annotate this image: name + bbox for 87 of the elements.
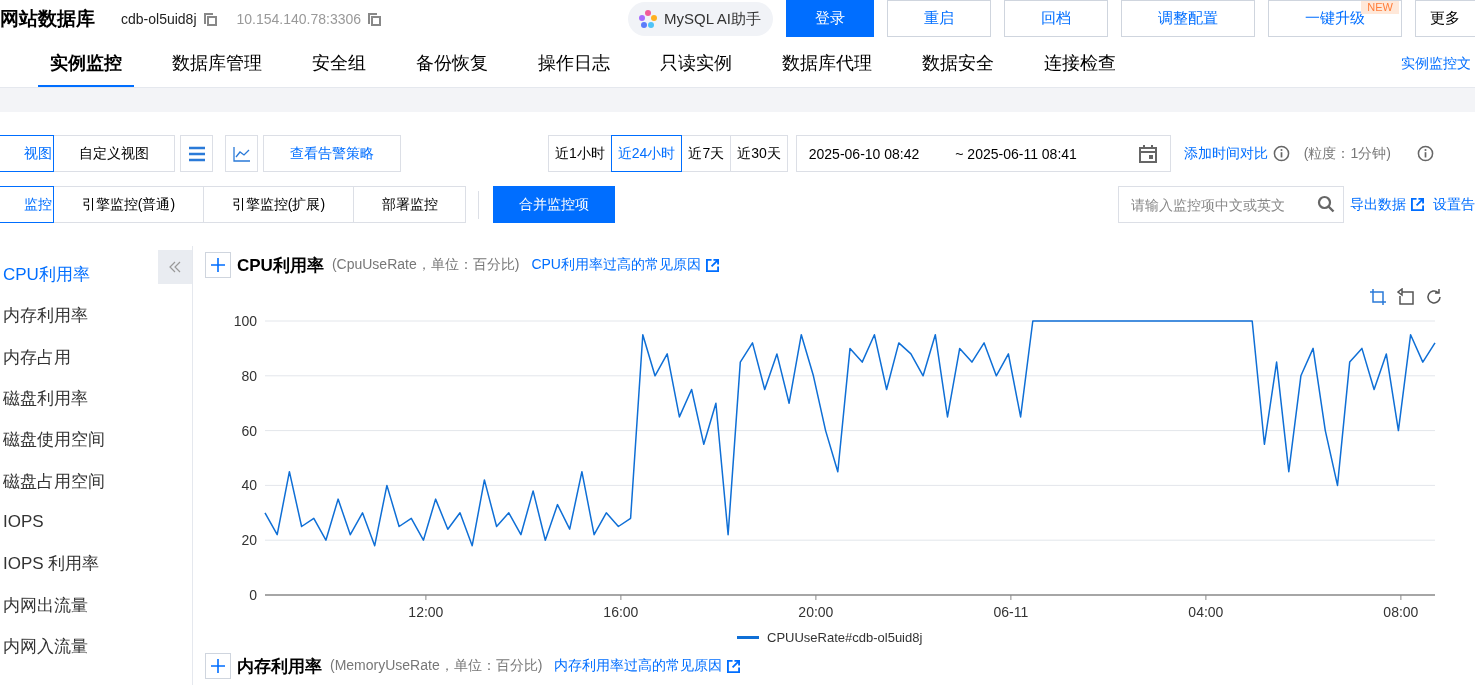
- axis-label: 08:00: [1383, 604, 1419, 620]
- external-link-icon: [727, 659, 741, 673]
- info-icon: [1416, 145, 1434, 162]
- metric-item[interactable]: CPU利用率: [0, 254, 90, 296]
- header-button[interactable]: 重启: [887, 0, 991, 37]
- metric-item[interactable]: 磁盘占用空间: [0, 460, 105, 502]
- copy-icon[interactable]: [202, 11, 217, 26]
- header-button[interactable]: 调整配置: [1121, 0, 1255, 37]
- ai-assistant-button[interactable]: MySQL AI助手: [628, 2, 773, 36]
- header-button[interactable]: 更多: [1415, 0, 1475, 37]
- panel-title: 内存利用率: [237, 655, 322, 678]
- alarm-settings-link[interactable]: 设置告: [1433, 195, 1475, 214]
- time-range-tab[interactable]: 近30天: [730, 135, 788, 172]
- undo-icon[interactable]: [1397, 288, 1415, 306]
- time-range-tab[interactable]: 近7天: [681, 135, 732, 172]
- axis-label: 12:00: [408, 604, 444, 620]
- monitor-tab[interactable]: 监控: [0, 186, 54, 223]
- list-icon[interactable]: [180, 135, 213, 172]
- monitor-tab[interactable]: 引擎监控(普通): [53, 186, 204, 223]
- nav-tab[interactable]: 数据安全: [910, 40, 1006, 87]
- metric-item[interactable]: 磁盘利用率: [0, 377, 88, 420]
- legend-swatch: [737, 636, 759, 639]
- database-title: 网站数据库: [0, 6, 95, 31]
- granularity-text: (粒度：1分钟): [1303, 144, 1391, 163]
- metric-item[interactable]: 磁盘使用空间: [0, 419, 105, 461]
- refresh-icon[interactable]: [1425, 288, 1443, 306]
- instance-address: 10.154.140.78:3306: [236, 10, 362, 27]
- double-chevron-left-icon: [169, 261, 181, 273]
- doc-link[interactable]: 实例监控文: [1401, 54, 1471, 73]
- metric-item[interactable]: 内网出流量: [0, 584, 88, 626]
- panel-subtitle: (MemoryUseRate，单位：百分比): [330, 657, 543, 675]
- external-link-icon: [705, 258, 719, 272]
- info-icon: [1272, 145, 1290, 162]
- crop-icon[interactable]: [1369, 288, 1387, 306]
- metric-item[interactable]: 内网入流量: [0, 625, 88, 667]
- plus-icon: [210, 658, 226, 674]
- header-button[interactable]: 回档: [1004, 0, 1108, 37]
- copy-icon[interactable]: [367, 11, 382, 26]
- add-button[interactable]: [205, 653, 231, 679]
- line-chart-icon[interactable]: [225, 135, 258, 172]
- metric-item[interactable]: 内存占用: [0, 336, 71, 378]
- metric-item[interactable]: IOPS 利用率: [0, 543, 100, 585]
- axis-label: 80: [241, 367, 257, 384]
- monitor-tab[interactable]: 部署监控: [353, 186, 466, 223]
- nav-tab[interactable]: 备份恢复: [404, 40, 500, 87]
- view-tab[interactable]: 视图: [0, 135, 54, 172]
- alarm-policy-button[interactable]: 查看告警策略: [263, 135, 401, 172]
- export-data-link[interactable]: 导出数据: [1350, 195, 1406, 214]
- axis-label: 40: [241, 477, 257, 494]
- panel-title: CPU利用率: [237, 254, 324, 277]
- legend-label[interactable]: CPUUseRate#cdb-ol5uid8j: [767, 630, 923, 645]
- merge-items-button[interactable]: 合并监控项: [493, 186, 615, 223]
- axis-label: 06-11: [993, 604, 1029, 620]
- time-compare-link[interactable]: 添加时间对比: [1183, 144, 1268, 163]
- nav-tab[interactable]: 安全组: [300, 40, 378, 87]
- date-range-field[interactable]: 2025-06-10 08:42 ~ 2025-06-11 08:41: [795, 135, 1171, 172]
- external-link-icon: [1411, 198, 1424, 211]
- nav-tab[interactable]: 数据库代理: [770, 40, 884, 87]
- axis-label: 16:00: [603, 604, 639, 620]
- monitor-tab[interactable]: 引擎监控(扩展): [203, 186, 354, 223]
- time-range-tab[interactable]: 近1小时: [548, 135, 612, 172]
- calendar-icon: [1137, 143, 1158, 164]
- time-range-tab[interactable]: 近24小时: [610, 135, 683, 172]
- plus-icon: [210, 257, 226, 273]
- nav-tab[interactable]: 数据库管理: [160, 40, 274, 87]
- search-field[interactable]: 请输入监控项中文或英文: [1118, 186, 1344, 223]
- nav-tab[interactable]: 只读实例: [648, 40, 744, 87]
- ai-logo-icon: [638, 9, 659, 29]
- instance-id: cdb-ol5uid8j: [121, 10, 197, 27]
- nav-tab[interactable]: 操作日志: [526, 40, 622, 87]
- help-link[interactable]: 内存利用率过高的常见原因: [554, 657, 723, 675]
- new-badge: NEW: [1361, 1, 1399, 14]
- axis-label: 20: [241, 532, 257, 549]
- header-button[interactable]: 登录: [786, 0, 874, 37]
- add-button[interactable]: [205, 252, 231, 278]
- metric-item[interactable]: IOPS: [0, 501, 44, 544]
- axis-label: 0: [249, 587, 257, 603]
- axis-label: 60: [241, 422, 257, 439]
- search-icon[interactable]: [1317, 195, 1335, 213]
- metric-item[interactable]: 内存利用率: [0, 295, 88, 337]
- axis-label: 20:00: [798, 604, 834, 620]
- axis-label: 04:00: [1188, 604, 1224, 620]
- panel-subtitle: (CpuUseRate，单位：百分比): [331, 256, 520, 274]
- nav-tab[interactable]: 连接检查: [1032, 40, 1128, 87]
- view-tab[interactable]: 自定义视图: [53, 135, 175, 172]
- axis-label: 100: [233, 313, 257, 329]
- help-link[interactable]: CPU利用率过高的常见原因: [531, 256, 701, 274]
